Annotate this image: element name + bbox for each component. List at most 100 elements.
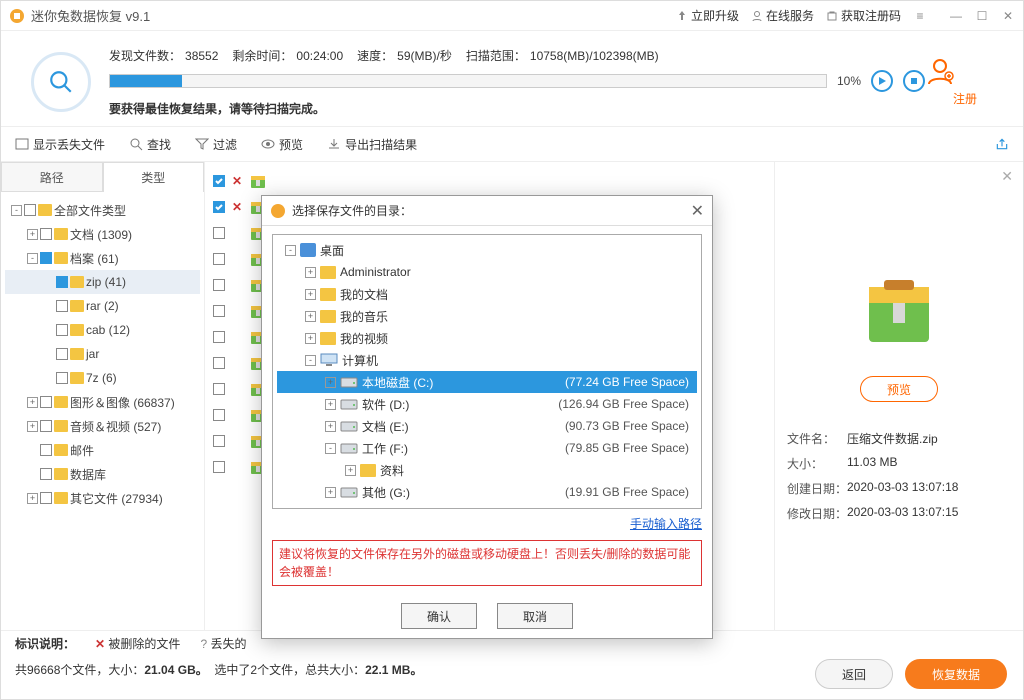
checkbox[interactable] [213, 357, 225, 369]
checkbox[interactable] [213, 201, 225, 213]
type-tree[interactable]: -全部文件类型+文档 (1309)-档案 (61)zip (41)rar (2)… [1, 192, 204, 630]
dialog-close-button[interactable]: ✕ [691, 201, 704, 221]
checkbox[interactable] [40, 228, 52, 240]
tree-row[interactable]: -全部文件类型 [5, 198, 200, 222]
expand-icon[interactable]: + [305, 333, 316, 344]
dir-row[interactable]: +文档 (E:)(90.73 GB Free Space) [277, 415, 697, 437]
directory-tree[interactable]: -桌面+Administrator+我的文档+我的音乐+我的视频-计算机+本地磁… [272, 234, 702, 509]
expand-icon[interactable]: + [27, 421, 38, 432]
expand-icon[interactable]: - [11, 205, 22, 216]
expand-icon[interactable]: + [27, 493, 38, 504]
find-button[interactable]: 查找 [129, 136, 171, 153]
checkbox[interactable] [56, 300, 68, 312]
stop-button[interactable] [903, 70, 925, 92]
checkbox[interactable] [213, 279, 225, 291]
checkbox[interactable] [213, 175, 225, 187]
checkbox[interactable] [56, 348, 68, 360]
expand-icon[interactable]: + [27, 397, 38, 408]
back-button[interactable]: 返回 [815, 659, 893, 689]
minimize-button[interactable]: — [949, 9, 963, 23]
close-preview-icon[interactable]: ✕ [1001, 168, 1013, 185]
dir-row[interactable]: +我的文档 [277, 283, 697, 305]
expand-icon[interactable]: - [27, 253, 38, 264]
expand-icon[interactable]: + [325, 399, 336, 410]
expand-icon[interactable] [27, 469, 38, 480]
expand-icon[interactable]: - [285, 245, 296, 256]
tree-row[interactable]: 7z (6) [5, 366, 200, 390]
dir-row[interactable]: +我的视频 [277, 327, 697, 349]
dir-row[interactable]: +我的音乐 [277, 305, 697, 327]
tree-row[interactable]: 邮件 [5, 438, 200, 462]
tree-row[interactable]: rar (2) [5, 294, 200, 318]
checkbox[interactable] [213, 435, 225, 447]
expand-icon[interactable]: + [345, 465, 356, 476]
checkbox[interactable] [213, 331, 225, 343]
export-button[interactable]: 导出扫描结果 [327, 136, 417, 153]
dialog-cancel-button[interactable]: 取消 [497, 603, 573, 629]
checkbox[interactable] [40, 420, 52, 432]
get-regcode-link[interactable]: 获取注册码 [826, 7, 901, 24]
expand-icon[interactable] [43, 373, 54, 384]
checkbox[interactable] [213, 461, 225, 473]
tree-row[interactable]: 数据库 [5, 462, 200, 486]
recover-button[interactable]: 恢复数据 [905, 659, 1007, 689]
tree-row[interactable]: -档案 (61) [5, 246, 200, 270]
checkbox[interactable] [213, 227, 225, 239]
tree-row[interactable]: zip (41) [5, 270, 200, 294]
online-service-link[interactable]: 在线服务 [751, 7, 814, 24]
checkbox[interactable] [40, 492, 52, 504]
expand-icon[interactable]: + [27, 229, 38, 240]
tab-type[interactable]: 类型 [103, 162, 205, 192]
menu-icon[interactable]: ≡ [913, 9, 927, 23]
tree-row[interactable]: +图形＆图像 (66837) [5, 390, 200, 414]
expand-icon[interactable]: - [305, 355, 316, 366]
expand-icon[interactable]: + [305, 311, 316, 322]
expand-icon[interactable] [43, 301, 54, 312]
tree-row[interactable]: +其它文件 (27934) [5, 486, 200, 510]
dir-row[interactable]: +其他 (G:)(19.91 GB Free Space) [277, 481, 697, 503]
dir-row[interactable]: +资料 [277, 459, 697, 481]
dir-row[interactable]: +本地磁盘 (C:)(77.24 GB Free Space) [277, 371, 697, 393]
tab-path[interactable]: 路径 [1, 162, 103, 192]
checkbox[interactable] [40, 444, 52, 456]
expand-icon[interactable]: + [325, 377, 336, 388]
preview-button[interactable]: 预览 [261, 136, 303, 153]
tree-row[interactable]: jar [5, 342, 200, 366]
close-button[interactable]: ✕ [1001, 9, 1015, 23]
share-button[interactable] [995, 137, 1009, 151]
expand-icon[interactable]: + [305, 267, 316, 278]
expand-icon[interactable]: + [325, 421, 336, 432]
checkbox[interactable] [40, 468, 52, 480]
tree-row[interactable]: +文档 (1309) [5, 222, 200, 246]
checkbox[interactable] [56, 372, 68, 384]
checkbox[interactable] [213, 383, 225, 395]
tree-row[interactable]: cab (12) [5, 318, 200, 342]
expand-icon[interactable]: - [325, 443, 336, 454]
play-button[interactable] [871, 70, 893, 92]
checkbox[interactable] [40, 252, 52, 264]
expand-icon[interactable] [43, 325, 54, 336]
checkbox[interactable] [213, 253, 225, 265]
checkbox[interactable] [56, 324, 68, 336]
dir-row[interactable]: -工作 (F:)(79.85 GB Free Space) [277, 437, 697, 459]
checkbox[interactable] [213, 409, 225, 421]
maximize-button[interactable]: ☐ [975, 9, 989, 23]
checkbox[interactable] [56, 276, 68, 288]
checkbox[interactable] [213, 305, 225, 317]
dir-row[interactable]: +Administrator [277, 261, 697, 283]
register-button[interactable]: 注册 [925, 56, 1005, 107]
checkbox[interactable] [40, 396, 52, 408]
expand-icon[interactable] [43, 349, 54, 360]
tree-row[interactable]: +音频＆视频 (527) [5, 414, 200, 438]
expand-icon[interactable]: + [325, 487, 336, 498]
dialog-ok-button[interactable]: 确认 [401, 603, 477, 629]
checkbox[interactable] [24, 204, 36, 216]
file-row[interactable]: ✕ [209, 168, 770, 194]
expand-icon[interactable]: + [305, 289, 316, 300]
dir-row[interactable]: -计算机 [277, 349, 697, 371]
dir-row[interactable]: +软件 (D:)(126.94 GB Free Space) [277, 393, 697, 415]
show-lost-button[interactable]: 显示丢失文件 [15, 136, 105, 153]
expand-icon[interactable] [43, 277, 54, 288]
expand-icon[interactable] [27, 445, 38, 456]
dir-row[interactable]: -桌面 [277, 239, 697, 261]
